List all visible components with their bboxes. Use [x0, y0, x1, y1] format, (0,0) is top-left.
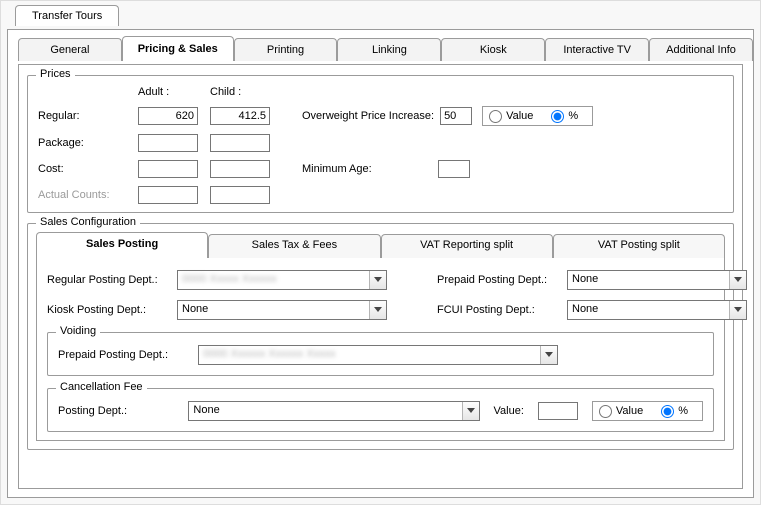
tab-linking-label: Linking: [372, 44, 407, 56]
overweight-label: Overweight Price Increase:: [302, 110, 434, 122]
cost-label: Cost:: [38, 163, 138, 175]
child-header: Child :: [210, 86, 282, 98]
package-adult-input[interactable]: [138, 134, 198, 152]
sales-config-legend: Sales Configuration: [36, 216, 140, 228]
regular-adult-input[interactable]: [138, 107, 198, 125]
cancellation-fee-group: Cancellation Fee Posting Dept.: None Val…: [47, 388, 714, 432]
package-label: Package:: [38, 137, 138, 149]
voiding-group: Voiding Prepaid Posting Dept.: 0000 Xxxx…: [47, 332, 714, 376]
chevron-down-icon: [369, 301, 386, 319]
tab-vat-posting[interactable]: VAT Posting split: [553, 234, 725, 258]
overweight-input[interactable]: [440, 107, 472, 125]
cancel-value-input[interactable]: [538, 402, 578, 420]
tab-vat-posting-label: VAT Posting split: [598, 239, 680, 251]
tab-pricing-sales[interactable]: Pricing & Sales: [122, 36, 234, 61]
voiding-legend: Voiding: [56, 325, 100, 337]
min-age-input[interactable]: [438, 160, 470, 178]
voiding-prepaid-dept-label: Prepaid Posting Dept.:: [58, 349, 198, 361]
cancel-dept-combo[interactable]: None: [188, 401, 479, 421]
tab-kiosk[interactable]: Kiosk: [441, 38, 545, 61]
kiosk-dept-value: None: [178, 301, 369, 319]
overweight-radio-group: Value %: [482, 106, 593, 126]
overweight-value-radio[interactable]: Value: [489, 110, 533, 123]
kiosk-dept-combo[interactable]: None: [177, 300, 387, 320]
tab-sales-posting[interactable]: Sales Posting: [36, 232, 208, 258]
regular-child-input[interactable]: [210, 107, 270, 125]
kiosk-dept-label: Kiosk Posting Dept.:: [47, 304, 177, 316]
regular-dept-combo[interactable]: 0000 Xxxxx Xxxxxx: [177, 270, 387, 290]
fcui-dept-combo[interactable]: None: [567, 300, 747, 320]
prices-group: Prices Adult : Child : Regular: Overweig…: [27, 75, 734, 213]
prepaid-dept-combo[interactable]: None: [567, 270, 747, 290]
chevron-down-icon: [369, 271, 386, 289]
prepaid-dept-value: None: [568, 271, 729, 289]
chevron-down-icon: [729, 271, 746, 289]
tab-sales-posting-label: Sales Posting: [86, 238, 158, 250]
inner-tabstrip: General Pricing & Sales Printing Linking…: [18, 38, 753, 61]
voiding-prepaid-dept-value: 0000 Xxxxxx Xxxxxx Xxxxx: [199, 346, 540, 364]
tab-interactive-tv[interactable]: Interactive TV: [545, 38, 649, 61]
chevron-down-icon: [540, 346, 557, 364]
tab-sales-tax-fees-label: Sales Tax & Fees: [252, 239, 337, 251]
tab-printing-label: Printing: [267, 44, 304, 56]
adult-header: Adult :: [138, 86, 210, 98]
cancel-value-radio[interactable]: Value: [599, 405, 643, 418]
package-child-input[interactable]: [210, 134, 270, 152]
sales-posting-panel: Regular Posting Dept.: 0000 Xxxxx Xxxxxx…: [36, 257, 725, 441]
tab-additional-info[interactable]: Additional Info: [649, 38, 753, 61]
overweight-percent-radio[interactable]: %: [551, 110, 578, 123]
tab-transfer-tours-label: Transfer Tours: [32, 10, 102, 22]
tab-vat-reporting[interactable]: VAT Reporting split: [381, 234, 553, 258]
cost-child-input[interactable]: [210, 160, 270, 178]
chevron-down-icon: [729, 301, 746, 319]
cancel-value-label: Value:: [494, 405, 524, 417]
tab-interactive-tv-label: Interactive TV: [563, 44, 631, 56]
fcui-dept-value: None: [568, 301, 729, 319]
overweight-percent-radio-label: %: [568, 110, 578, 122]
cancellation-fee-legend: Cancellation Fee: [56, 381, 147, 393]
window: Transfer Tours General Pricing & Sales P…: [0, 0, 761, 505]
min-age-label: Minimum Age:: [302, 163, 372, 175]
cancel-value-radio-label: Value: [616, 405, 643, 417]
chevron-down-icon: [462, 402, 479, 420]
cancel-percent-radio[interactable]: %: [661, 405, 688, 418]
tab-linking[interactable]: Linking: [337, 38, 441, 61]
actual-counts-label: Actual Counts:: [38, 189, 138, 201]
pricing-sales-panel: Prices Adult : Child : Regular: Overweig…: [18, 64, 743, 489]
actual-child-input[interactable]: [210, 186, 270, 204]
regular-label: Regular:: [38, 110, 138, 122]
tab-additional-info-label: Additional Info: [666, 44, 736, 56]
voiding-prepaid-dept-combo[interactable]: 0000 Xxxxxx Xxxxxx Xxxxx: [198, 345, 558, 365]
outer-tabstrip: Transfer Tours: [15, 5, 760, 31]
cancel-dept-value: None: [189, 402, 461, 420]
regular-dept-label: Regular Posting Dept.:: [47, 274, 177, 286]
tab-sales-tax-fees[interactable]: Sales Tax & Fees: [208, 234, 380, 258]
actual-adult-input[interactable]: [138, 186, 198, 204]
fcui-dept-label: FCUI Posting Dept.:: [437, 304, 567, 316]
prices-legend: Prices: [36, 68, 75, 80]
tab-pricing-sales-label: Pricing & Sales: [138, 43, 218, 55]
tab-general-label: General: [50, 44, 89, 56]
prepaid-dept-label: Prepaid Posting Dept.:: [437, 274, 567, 286]
outer-panel: General Pricing & Sales Printing Linking…: [7, 29, 754, 498]
tab-kiosk-label: Kiosk: [480, 44, 507, 56]
overweight-value-radio-label: Value: [506, 110, 533, 122]
sales-tabstrip: Sales Posting Sales Tax & Fees VAT Repor…: [36, 234, 725, 258]
tab-transfer-tours[interactable]: Transfer Tours: [15, 5, 119, 26]
sales-config-group: Sales Configuration Sales Posting Sales …: [27, 223, 734, 450]
tab-general[interactable]: General: [18, 38, 122, 61]
cost-adult-input[interactable]: [138, 160, 198, 178]
tab-vat-reporting-label: VAT Reporting split: [420, 239, 513, 251]
cancel-percent-radio-label: %: [678, 405, 688, 417]
regular-dept-value: 0000 Xxxxx Xxxxxx: [178, 271, 369, 289]
cancel-radio-group: Value %: [592, 401, 703, 421]
cancel-dept-label: Posting Dept.:: [58, 405, 174, 417]
tab-printing[interactable]: Printing: [234, 38, 338, 61]
